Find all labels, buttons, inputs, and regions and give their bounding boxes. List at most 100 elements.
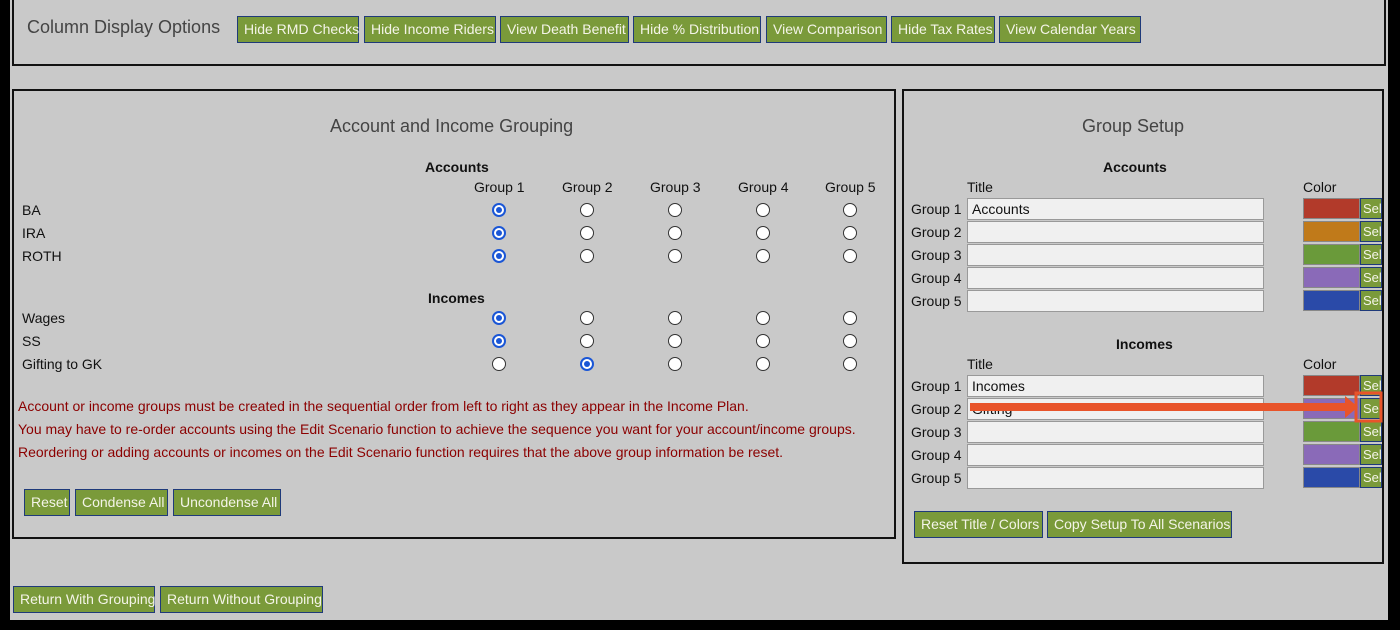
account-2-group-3-radio[interactable] xyxy=(668,226,682,240)
income-group-label: Group 4 xyxy=(911,447,962,463)
account-3-group-1-radio[interactable] xyxy=(492,249,506,263)
income-3-group-2-radio[interactable] xyxy=(580,357,594,371)
account-group-1-select-color-button[interactable]: Sel xyxy=(1360,198,1382,219)
column-header-group-4: Group 4 xyxy=(738,179,789,195)
income-row-label-wages: Wages xyxy=(22,310,66,326)
account-1-group-3-radio[interactable] xyxy=(668,203,682,217)
page-background: Column Display Options Hide RMD Checks H… xyxy=(10,0,1388,620)
copy-setup-button[interactable]: Copy Setup To All Scenarios xyxy=(1047,511,1232,538)
income-group-4-select-color-button[interactable]: Sel xyxy=(1360,444,1382,465)
account-group-label: Group 2 xyxy=(911,224,962,240)
hide-tax-rates-button[interactable]: Hide Tax Rates xyxy=(891,16,995,43)
view-calendar-years-button[interactable]: View Calendar Years xyxy=(999,16,1141,43)
income-group-1-select-color-button[interactable]: Sel xyxy=(1360,375,1382,396)
account-3-group-3-radio[interactable] xyxy=(668,249,682,263)
account-group-2-title-input[interactable] xyxy=(967,221,1264,243)
account-2-group-5-radio[interactable] xyxy=(843,226,857,240)
income-2-group-3-radio[interactable] xyxy=(668,334,682,348)
grouping-note-2: You may have to re-order accounts using … xyxy=(18,421,856,437)
view-comparison-button[interactable]: View Comparison xyxy=(766,16,887,43)
column-header-group-2: Group 2 xyxy=(562,179,613,195)
setup-incomes-color-col: Color xyxy=(1303,356,1337,372)
account-2-group-2-radio[interactable] xyxy=(580,226,594,240)
account-group-1-color-swatch xyxy=(1303,198,1360,219)
account-group-label: Group 1 xyxy=(911,201,962,217)
hide-income-riders-button[interactable]: Hide Income Riders xyxy=(364,16,496,43)
account-2-group-4-radio[interactable] xyxy=(756,226,770,240)
account-group-3-select-color-button[interactable]: Sel xyxy=(1360,244,1382,265)
account-3-group-4-radio[interactable] xyxy=(756,249,770,263)
account-row-label-ira: IRA xyxy=(22,225,46,241)
income-group-3-select-color-button[interactable]: Sel xyxy=(1360,421,1382,442)
account-1-group-4-radio[interactable] xyxy=(756,203,770,217)
income-1-group-1-radio[interactable] xyxy=(492,311,506,325)
account-group-5-title-input[interactable] xyxy=(967,290,1264,312)
account-group-1-title-input[interactable]: Accounts xyxy=(967,198,1264,220)
income-2-group-4-radio[interactable] xyxy=(756,334,770,348)
grouping-title: Account and Income Grouping xyxy=(330,116,574,136)
account-row-label-roth: ROTH xyxy=(22,248,62,264)
return-without-grouping-button[interactable]: Return Without Grouping xyxy=(160,586,323,613)
column-header-group-5: Group 5 xyxy=(825,179,876,195)
income-group-3-title-input[interactable] xyxy=(967,421,1264,443)
income-group-1-title-input[interactable]: Incomes xyxy=(967,375,1264,397)
account-group-5-select-color-button[interactable]: Sel xyxy=(1360,290,1382,311)
reset-button[interactable]: Reset xyxy=(24,489,70,516)
income-row-label-ss: SS xyxy=(22,333,41,349)
setup-incomes-title-col: Title xyxy=(967,356,993,372)
setup-accounts-title-col: Title xyxy=(967,179,993,195)
income-group-4-title-input[interactable] xyxy=(967,444,1264,466)
column-header-group-1: Group 1 xyxy=(474,179,525,195)
income-2-group-1-radio[interactable] xyxy=(492,334,506,348)
account-row-label-ba: BA xyxy=(22,202,41,218)
income-group-5-select-color-button[interactable]: Sel xyxy=(1360,467,1382,488)
condense-all-button[interactable]: Condense All xyxy=(75,489,168,516)
income-row-label-gifting: Gifting to GK xyxy=(22,356,103,372)
incomes-header: Incomes xyxy=(428,290,485,306)
account-1-group-2-radio[interactable] xyxy=(580,203,594,217)
setup-accounts-header: Accounts xyxy=(1103,159,1167,175)
income-2-group-2-radio[interactable] xyxy=(580,334,594,348)
column-header-group-3: Group 3 xyxy=(650,179,701,195)
income-1-group-4-radio[interactable] xyxy=(756,311,770,325)
income-3-group-5-radio[interactable] xyxy=(843,357,857,371)
income-group-5-color-swatch xyxy=(1303,467,1360,488)
setup-incomes-header: Incomes xyxy=(1116,336,1173,352)
account-group-label: Group 3 xyxy=(911,247,962,263)
account-group-2-select-color-button[interactable]: Sel xyxy=(1360,221,1382,242)
hide-rmd-checks-button[interactable]: Hide RMD Checks xyxy=(237,16,359,43)
income-3-group-4-radio[interactable] xyxy=(756,357,770,371)
account-1-group-5-radio[interactable] xyxy=(843,203,857,217)
income-group-2-title-input[interactable]: Gifting xyxy=(967,398,1264,420)
column-display-label: Column Display Options xyxy=(27,17,221,37)
return-with-grouping-button[interactable]: Return With Grouping xyxy=(13,586,155,613)
account-3-group-5-radio[interactable] xyxy=(843,249,857,263)
income-group-label: Group 1 xyxy=(911,378,962,394)
income-3-group-1-radio[interactable] xyxy=(492,357,506,371)
income-1-group-5-radio[interactable] xyxy=(843,311,857,325)
income-1-group-3-radio[interactable] xyxy=(668,311,682,325)
account-3-group-2-radio[interactable] xyxy=(580,249,594,263)
income-2-group-5-radio[interactable] xyxy=(843,334,857,348)
income-group-label: Group 5 xyxy=(911,470,962,486)
account-group-2-color-swatch xyxy=(1303,221,1360,242)
income-group-label: Group 2 xyxy=(911,401,962,417)
account-group-4-title-input[interactable] xyxy=(967,267,1264,289)
hide-distribution-button[interactable]: Hide % Distribution xyxy=(633,16,761,43)
account-group-label: Group 4 xyxy=(911,270,962,286)
income-3-group-3-radio[interactable] xyxy=(668,357,682,371)
group-setup-title: Group Setup xyxy=(1082,116,1185,136)
reset-title-colors-button[interactable]: Reset Title / Colors xyxy=(914,511,1043,538)
account-1-group-1-radio[interactable] xyxy=(492,203,506,217)
account-group-4-select-color-button[interactable]: Sel xyxy=(1360,267,1382,288)
column-display-panel: Column Display Options Hide RMD Checks H… xyxy=(12,0,1386,66)
uncondense-all-button[interactable]: Uncondense All xyxy=(173,489,281,516)
grouping-note-3: Reordering or adding accounts or incomes… xyxy=(18,444,784,460)
income-group-5-title-input[interactable] xyxy=(967,467,1264,489)
income-1-group-2-radio[interactable] xyxy=(580,311,594,325)
account-group-3-color-swatch xyxy=(1303,244,1360,265)
account-group-3-title-input[interactable] xyxy=(967,244,1264,266)
income-group-2-select-color-button[interactable]: Sel xyxy=(1360,398,1382,419)
view-death-benefit-button[interactable]: View Death Benefit xyxy=(500,16,629,43)
account-2-group-1-radio[interactable] xyxy=(492,226,506,240)
